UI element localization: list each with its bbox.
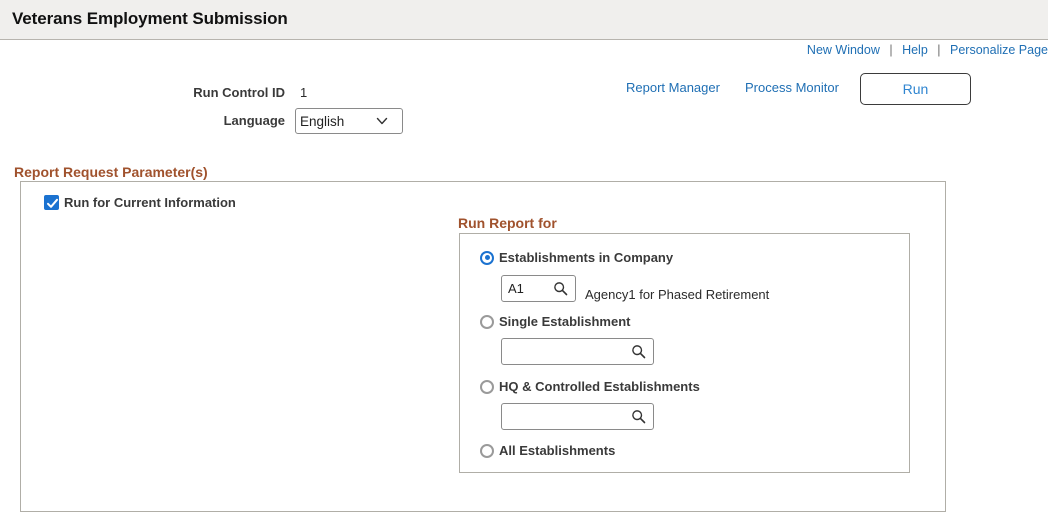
new-window-link[interactable]: New Window	[807, 43, 880, 57]
report-manager-link[interactable]: Report Manager	[626, 80, 720, 95]
hq-establishment-prompt-field[interactable]	[501, 403, 654, 430]
check-icon	[47, 198, 58, 208]
personalize-page-link[interactable]: Personalize Page	[950, 43, 1048, 57]
page-header-bar: Veterans Employment Submission	[0, 0, 1048, 40]
language-select[interactable]: English	[295, 108, 403, 134]
run-control-id-label: Run Control ID	[193, 85, 285, 100]
single-establishment-prompt-field[interactable]	[501, 338, 654, 365]
process-monitor-link[interactable]: Process Monitor	[745, 80, 839, 95]
run-button[interactable]: Run	[860, 73, 971, 105]
link-separator-1: |	[889, 43, 893, 57]
company-description: Agency1 for Phased Retirement	[585, 287, 770, 302]
search-icon[interactable]	[553, 281, 575, 296]
radio-row-single-establishment[interactable]: Single Establishment	[480, 314, 630, 329]
radio-single-establishment[interactable]	[480, 314, 494, 329]
link-separator-2: |	[937, 43, 941, 57]
radio-label-establishments-in-company: Establishments in Company	[499, 250, 674, 265]
radio-label-hq-controlled-establishments: HQ & Controlled Establishments	[499, 379, 700, 394]
language-label: Language	[223, 113, 285, 128]
run-control-id-value: 1	[300, 85, 308, 100]
utility-links: New Window | Help | Personalize Page	[807, 43, 1048, 57]
run-for-current-information-checkbox[interactable]	[44, 195, 59, 210]
radio-row-establishments-in-company[interactable]: Establishments in Company	[480, 250, 673, 265]
radio-label-all-establishments: All Establishments	[499, 443, 616, 458]
radio-all-establishments[interactable]	[480, 443, 494, 458]
page-title: Veterans Employment Submission	[12, 9, 288, 28]
help-link[interactable]: Help	[902, 43, 928, 57]
run-report-for-heading: Run Report for	[458, 215, 557, 231]
radio-row-all-establishments[interactable]: All Establishments	[480, 443, 615, 458]
search-icon[interactable]	[631, 344, 653, 359]
run-for-current-information-row[interactable]: Run for Current Information	[44, 195, 236, 210]
radio-hq-controlled-establishments[interactable]	[480, 379, 494, 394]
radio-establishments-in-company[interactable]	[480, 250, 494, 265]
company-prompt-value[interactable]: A1	[502, 281, 553, 296]
radio-row-hq-controlled-establishments[interactable]: HQ & Controlled Establishments	[480, 379, 700, 394]
run-for-current-information-label: Run for Current Information	[64, 195, 236, 210]
search-icon[interactable]	[631, 409, 653, 424]
report-request-parameters-heading: Report Request Parameter(s)	[14, 164, 208, 180]
company-prompt-field[interactable]: A1	[501, 275, 576, 302]
radio-label-single-establishment: Single Establishment	[499, 314, 631, 329]
